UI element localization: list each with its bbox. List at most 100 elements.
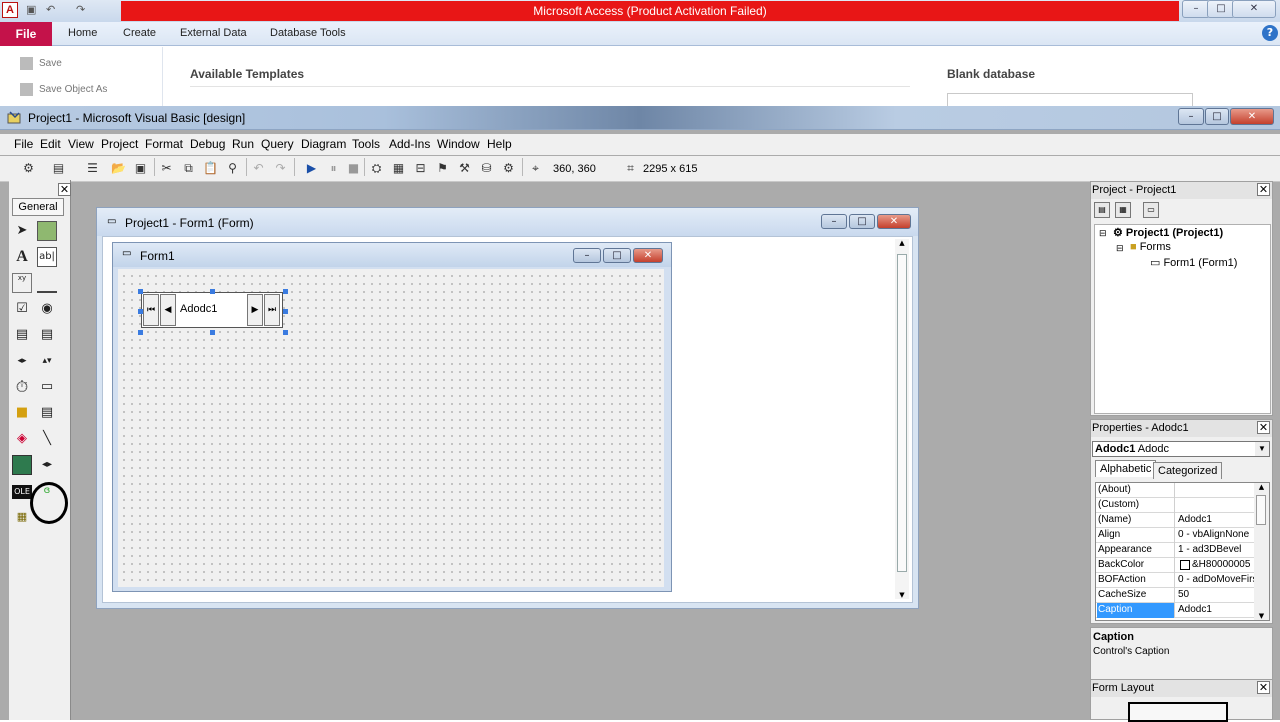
menu-format[interactable]: Format: [145, 137, 183, 151]
ado-prev-button[interactable]: ◀: [160, 294, 176, 326]
ado-next-button[interactable]: ▶: [247, 294, 263, 326]
prop-row-selected[interactable]: Caption Adodc1: [1096, 603, 1254, 618]
resize-handle[interactable]: [283, 309, 288, 314]
save-project-icon[interactable]: ▣: [132, 160, 149, 176]
ado-first-button[interactable]: ⏮: [143, 294, 159, 326]
datagrid-tool-icon[interactable]: ▦: [12, 507, 32, 527]
qat-save-icon[interactable]: ▣: [26, 3, 36, 16]
start-icon[interactable]: ▶: [303, 160, 320, 176]
menu-run[interactable]: Run: [232, 137, 254, 151]
access-close-button[interactable]: ✕: [1232, 0, 1276, 18]
access-minimize-button[interactable]: –: [1182, 0, 1210, 18]
chevron-down-icon[interactable]: ▼: [1255, 442, 1269, 456]
toolbox-icon[interactable]: ⚒: [456, 160, 473, 176]
resize-handle[interactable]: [138, 309, 143, 314]
hscrollbar-tool-icon[interactable]: ◂▸: [12, 351, 32, 371]
ado-last-button[interactable]: ⏭: [264, 294, 280, 326]
menu-query[interactable]: Query: [261, 137, 294, 151]
end-icon[interactable]: ■: [345, 160, 362, 176]
designer-maximize-button[interactable]: □: [849, 214, 875, 229]
form1-window[interactable]: ▭ Form1 – □ ✕ ⏮ ◀ Adodc1 ▶ ⏭: [112, 242, 672, 592]
view-code-icon[interactable]: ▤: [1094, 202, 1110, 218]
menu-file[interactable]: File: [14, 137, 33, 151]
component-manager-icon[interactable]: ⚙: [500, 160, 517, 176]
checkbox-tool-icon[interactable]: ☑: [12, 299, 32, 319]
properties-panel-close-button[interactable]: ✕: [1257, 421, 1270, 434]
menu-help[interactable]: Help: [487, 137, 512, 151]
break-icon[interactable]: ⏸: [325, 160, 342, 176]
menu-debug[interactable]: Debug: [190, 137, 225, 151]
toggle-folders-icon[interactable]: ▭: [1143, 202, 1159, 218]
optionbutton-tool-icon[interactable]: ◉: [37, 299, 57, 319]
properties-scrollbar[interactable]: ▲ ▼: [1254, 483, 1269, 620]
form-layout-icon[interactable]: ⊟: [412, 160, 429, 176]
properties-window-icon[interactable]: ▦: [390, 160, 407, 176]
dirlistbox-tool-icon[interactable]: ■: [12, 403, 32, 423]
menu-view[interactable]: View: [68, 137, 94, 151]
prop-row[interactable]: BackColor &H80000005: [1096, 558, 1254, 573]
collapse-icon[interactable]: ⊟: [1099, 228, 1107, 239]
menu-window[interactable]: Window: [437, 137, 480, 151]
vb-close-button[interactable]: ✕: [1230, 108, 1274, 125]
backstage-save[interactable]: Save: [20, 57, 62, 70]
qat-undo-icon[interactable]: ↶: [46, 3, 55, 16]
image-tool-icon[interactable]: [12, 455, 32, 475]
vb-maximize-button[interactable]: □: [1205, 108, 1229, 125]
tab-database-tools[interactable]: Database Tools: [270, 27, 346, 39]
cut-icon[interactable]: ✂: [158, 160, 175, 176]
redo-icon[interactable]: ↷: [272, 160, 289, 176]
menu-add-ins[interactable]: Add-Ins: [389, 137, 430, 151]
scroll-thumb[interactable]: [897, 254, 907, 572]
object-selector[interactable]: Adodc1 Adodc ▼: [1092, 441, 1270, 457]
tree-form1[interactable]: ▭ Form1 (Form1): [1150, 256, 1237, 269]
prop-row[interactable]: Appearance 1 - ad3DBevel: [1096, 543, 1254, 558]
ole-tool-icon[interactable]: OLE: [12, 485, 32, 499]
vb-minimize-button[interactable]: –: [1178, 108, 1204, 125]
pointer-tool-icon[interactable]: ➤: [12, 221, 32, 241]
form1-minimize-button[interactable]: –: [573, 248, 601, 263]
resize-handle[interactable]: [210, 330, 215, 335]
prop-row[interactable]: BOFAction 0 - adDoMoveFirst: [1096, 573, 1254, 588]
undo-icon[interactable]: ↶: [250, 160, 267, 176]
layout-panel-close-button[interactable]: ✕: [1257, 681, 1270, 694]
combobox-tool-icon[interactable]: ▤: [12, 325, 32, 345]
resize-handle[interactable]: [138, 289, 143, 294]
shape-tool-icon[interactable]: ◈: [12, 429, 32, 449]
scroll-thumb[interactable]: [1256, 495, 1266, 525]
form1-title-bar[interactable]: ▭ Form1 – □ ✕: [113, 243, 671, 267]
toolbox-close-button[interactable]: ✕: [58, 183, 71, 196]
backstage-save-object-as[interactable]: Save Object As: [20, 83, 107, 96]
menu-project[interactable]: Project: [101, 137, 138, 151]
copy-icon[interactable]: ⧉: [180, 160, 197, 176]
resize-handle[interactable]: [283, 330, 288, 335]
form1-design-grid[interactable]: ⏮ ◀ Adodc1 ▶ ⏭: [118, 269, 664, 587]
designer-vertical-scrollbar[interactable]: ▲ ▼: [895, 239, 909, 599]
qat-redo-icon[interactable]: ↷: [76, 3, 85, 16]
designer-minimize-button[interactable]: –: [821, 214, 847, 229]
textbox-tool-icon[interactable]: ab|: [37, 247, 57, 267]
timer-tool-icon[interactable]: ⏱: [12, 377, 32, 397]
tab-external-data[interactable]: External Data: [180, 27, 247, 39]
resize-handle[interactable]: [138, 330, 143, 335]
access-maximize-button[interactable]: □: [1207, 0, 1235, 18]
form1-maximize-button[interactable]: □: [603, 248, 631, 263]
layout-preview[interactable]: [1128, 702, 1228, 722]
toolbox-general-tab[interactable]: General: [12, 198, 64, 216]
adodc1-control[interactable]: ⏮ ◀ Adodc1 ▶ ⏭: [141, 292, 283, 328]
prop-row[interactable]: (About): [1096, 483, 1254, 498]
tab-categorized[interactable]: Categorized: [1153, 462, 1223, 479]
scroll-up-icon[interactable]: ▲: [1254, 483, 1269, 491]
menu-edit[interactable]: Edit: [40, 137, 61, 151]
form1-close-button[interactable]: ✕: [633, 248, 663, 263]
tab-create[interactable]: Create: [123, 27, 156, 39]
view-object-icon[interactable]: ▦: [1115, 202, 1131, 218]
tab-home[interactable]: Home: [68, 27, 97, 39]
project-explorer-icon[interactable]: ⛭: [368, 160, 385, 176]
object-browser-icon[interactable]: ⚑: [434, 160, 451, 176]
tab-alphabetic[interactable]: Alphabetic: [1095, 460, 1157, 477]
drivelistbox-tool-icon[interactable]: ▭: [37, 377, 57, 397]
scroll-down-icon[interactable]: ▼: [1254, 612, 1269, 620]
line-tool-icon[interactable]: ╲: [37, 429, 57, 449]
designer-close-button[interactable]: ✕: [877, 214, 911, 229]
tree-project1[interactable]: ⚙ Project1 (Project1): [1113, 226, 1223, 239]
